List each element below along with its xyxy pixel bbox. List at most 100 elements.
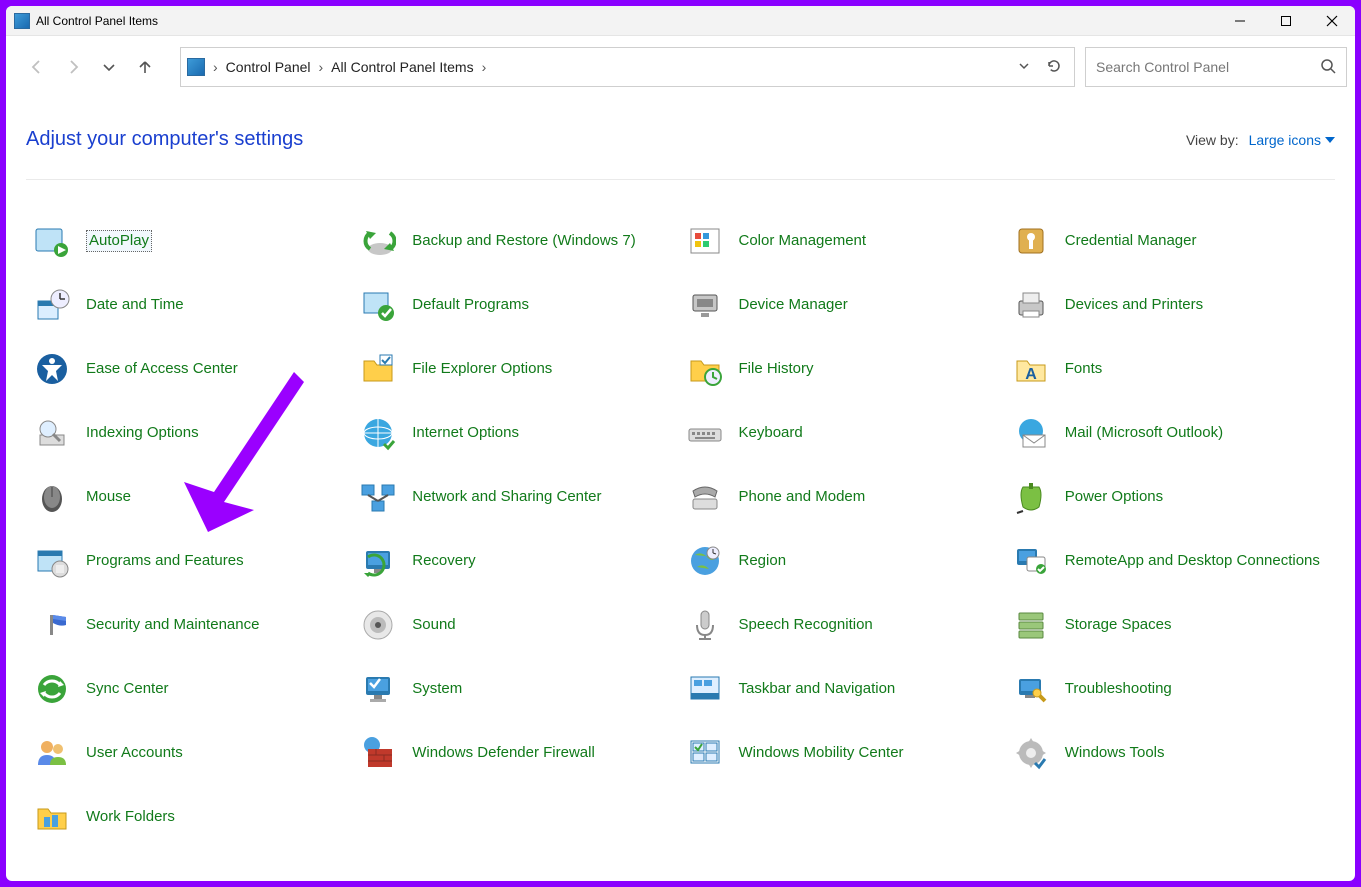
control-panel-item[interactable]: Indexing Options	[32, 408, 350, 458]
item-label: Indexing Options	[86, 424, 199, 443]
mail-icon	[1011, 413, 1051, 453]
work-folders-icon	[32, 797, 72, 837]
control-panel-item[interactable]: Taskbar and Navigation	[685, 664, 1003, 714]
security-icon	[32, 605, 72, 645]
default-programs-icon	[358, 285, 398, 325]
phone-icon	[685, 477, 725, 517]
control-panel-item[interactable]: Windows Defender Firewall	[358, 728, 676, 778]
item-label: Windows Tools	[1065, 744, 1165, 763]
backup-icon	[358, 221, 398, 261]
control-panel-item[interactable]: Date and Time	[32, 280, 350, 330]
up-button[interactable]	[132, 54, 158, 80]
item-label: Mouse	[86, 488, 131, 507]
speech-icon	[685, 605, 725, 645]
storage-icon	[1011, 605, 1051, 645]
close-button[interactable]	[1309, 6, 1355, 35]
control-panel-item[interactable]: Network and Sharing Center	[358, 472, 676, 522]
control-panel-icon	[14, 13, 30, 29]
control-panel-item[interactable]: Programs and Features	[32, 536, 350, 586]
chevron-right-icon: ›	[315, 59, 328, 75]
item-label: Speech Recognition	[739, 616, 873, 635]
control-panel-item[interactable]: Security and Maintenance	[32, 600, 350, 650]
control-panel-item[interactable]: Windows Tools	[1011, 728, 1329, 778]
item-label: Mail (Microsoft Outlook)	[1065, 424, 1223, 443]
recovery-icon	[358, 541, 398, 581]
ease-access-icon	[32, 349, 72, 389]
control-panel-item[interactable]: Backup and Restore (Windows 7)	[358, 216, 676, 266]
control-panel-item[interactable]: AutoPlay	[32, 216, 350, 266]
view-by-dropdown[interactable]: Large icons	[1249, 132, 1335, 148]
item-label: Power Options	[1065, 488, 1163, 507]
breadcrumb-current[interactable]: All Control Panel Items	[327, 59, 477, 75]
control-panel-item[interactable]: Credential Manager	[1011, 216, 1329, 266]
fonts-icon: A	[1011, 349, 1051, 389]
view-by-control: View by: Large icons	[1186, 132, 1335, 148]
item-label: Date and Time	[86, 296, 184, 315]
item-label: Ease of Access Center	[86, 360, 238, 379]
window-title: All Control Panel Items	[36, 14, 158, 28]
control-panel-item[interactable]: User Accounts	[32, 728, 350, 778]
control-panel-item[interactable]: Color Management	[685, 216, 1003, 266]
control-panel-item[interactable]: Mail (Microsoft Outlook)	[1011, 408, 1329, 458]
control-panel-item[interactable]: System	[358, 664, 676, 714]
file-explorer-icon	[358, 349, 398, 389]
control-panel-item[interactable]: A Fonts	[1011, 344, 1329, 394]
address-bar[interactable]: › Control Panel › All Control Panel Item…	[180, 47, 1075, 87]
forward-button[interactable]	[60, 54, 86, 80]
item-label: Taskbar and Navigation	[739, 680, 896, 699]
item-label: Internet Options	[412, 424, 519, 443]
sound-icon	[358, 605, 398, 645]
breadcrumb-root[interactable]: Control Panel	[222, 59, 315, 75]
item-label: Device Manager	[739, 296, 848, 315]
control-panel-item[interactable]: Sync Center	[32, 664, 350, 714]
control-panel-item[interactable]: Phone and Modem	[685, 472, 1003, 522]
item-label: Sound	[412, 616, 455, 635]
control-panel-item[interactable]: Storage Spaces	[1011, 600, 1329, 650]
control-panel-item[interactable]: File Explorer Options	[358, 344, 676, 394]
search-box[interactable]: Search Control Panel	[1085, 47, 1347, 87]
color-icon	[685, 221, 725, 261]
control-panel-item[interactable]: Windows Mobility Center	[685, 728, 1003, 778]
control-panel-item[interactable]: Work Folders	[32, 792, 350, 842]
item-label: Phone and Modem	[739, 488, 866, 507]
control-panel-item[interactable]: Default Programs	[358, 280, 676, 330]
control-panel-item[interactable]: Devices and Printers	[1011, 280, 1329, 330]
control-panel-item[interactable]: Internet Options	[358, 408, 676, 458]
control-panel-item[interactable]: Sound	[358, 600, 676, 650]
control-panel-item[interactable]: RemoteApp and Desktop Connections	[1011, 536, 1329, 586]
file-history-icon	[685, 349, 725, 389]
item-label: Devices and Printers	[1065, 296, 1203, 315]
address-dropdown-button[interactable]	[1018, 59, 1030, 75]
items-grid: AutoPlay Backup and Restore (Windows 7) Co…	[26, 180, 1335, 852]
item-label: Credential Manager	[1065, 232, 1197, 251]
item-label: Storage Spaces	[1065, 616, 1172, 635]
users-icon	[32, 733, 72, 773]
control-panel-item[interactable]: Region	[685, 536, 1003, 586]
item-label: Color Management	[739, 232, 867, 251]
item-label: AutoPlay	[86, 230, 152, 253]
control-panel-item[interactable]: Ease of Access Center	[32, 344, 350, 394]
titlebar: All Control Panel Items	[6, 6, 1355, 36]
maximize-button[interactable]	[1263, 6, 1309, 35]
control-panel-item[interactable]: Keyboard	[685, 408, 1003, 458]
datetime-icon	[32, 285, 72, 325]
control-panel-item[interactable]: File History	[685, 344, 1003, 394]
recent-locations-button[interactable]	[96, 54, 122, 80]
search-icon	[1320, 58, 1336, 77]
item-label: Troubleshooting	[1065, 680, 1172, 699]
minimize-button[interactable]	[1217, 6, 1263, 35]
back-button[interactable]	[24, 54, 50, 80]
control-panel-item[interactable]: Device Manager	[685, 280, 1003, 330]
power-icon	[1011, 477, 1051, 517]
control-panel-item[interactable]: Mouse	[32, 472, 350, 522]
control-panel-item[interactable]: Recovery	[358, 536, 676, 586]
control-panel-item[interactable]: Power Options	[1011, 472, 1329, 522]
content-area: Adjust your computer's settings View by:…	[6, 98, 1355, 881]
item-label: File History	[739, 360, 814, 379]
content-header: Adjust your computer's settings View by:…	[26, 128, 1335, 180]
refresh-button[interactable]	[1046, 58, 1062, 77]
item-label: Fonts	[1065, 360, 1103, 379]
control-panel-item[interactable]: Troubleshooting	[1011, 664, 1329, 714]
control-panel-item[interactable]: Speech Recognition	[685, 600, 1003, 650]
svg-text:A: A	[1025, 366, 1037, 383]
